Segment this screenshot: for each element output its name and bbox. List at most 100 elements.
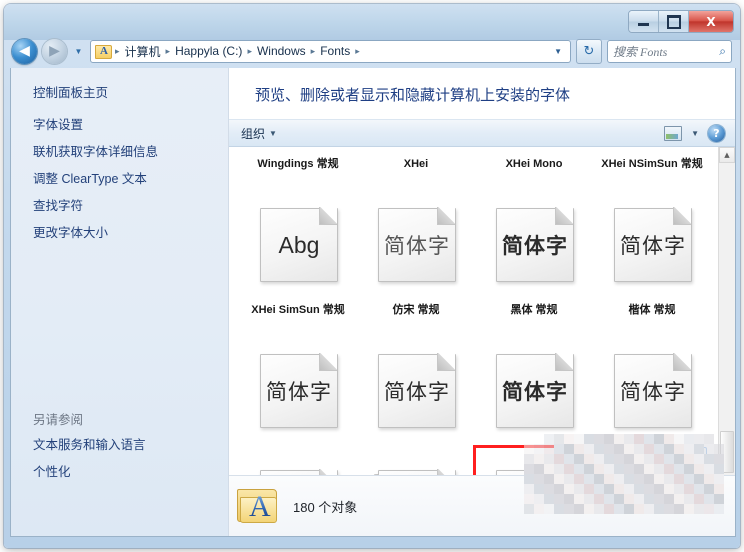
chevron-down-icon: ▼ bbox=[74, 46, 83, 56]
font-tile[interactable]: 楷体 常规 简体字 bbox=[593, 301, 711, 447]
page-fold-icon bbox=[555, 207, 573, 225]
scrollbar-thumb[interactable] bbox=[720, 431, 734, 473]
refresh-button[interactable]: ↻ bbox=[576, 38, 602, 64]
font-tile-label: Wingdings 常规 bbox=[257, 158, 339, 170]
desktop-background: X ◀ ▶ ▼ A ▸ 计算机 ▸ Happyla (C:) ▸ Windows… bbox=[0, 0, 744, 552]
font-preview-sample: 简体字 bbox=[502, 234, 568, 258]
navigation-sidebar: 控制面板主页 字体设置 联机获取字体详细信息 调整 ClearType 文本 查… bbox=[11, 68, 229, 536]
page-fold-icon bbox=[437, 469, 455, 475]
back-arrow-icon: ◀ bbox=[19, 43, 30, 59]
font-tile-label: XHei SimSun 常规 bbox=[251, 304, 345, 316]
vertical-scrollbar[interactable]: ▲ bbox=[718, 147, 735, 475]
status-bar: A 180 个对象 bbox=[229, 475, 735, 536]
page-fold-icon bbox=[673, 207, 691, 225]
font-family-stack-icon: 简体字 bbox=[374, 469, 456, 475]
breadcrumb-separator: ▸ bbox=[165, 45, 171, 56]
font-tile[interactable]: XHei SimSun 常规 简体字 bbox=[239, 301, 357, 447]
breadcrumb-address-bar[interactable]: A ▸ 计算机 ▸ Happyla (C:) ▸ Windows ▸ Fonts… bbox=[90, 39, 571, 63]
font-file-icon: 简体字 bbox=[496, 207, 574, 282]
page-fold-icon bbox=[555, 469, 573, 475]
font-tile-label: XHei bbox=[403, 158, 429, 170]
sidebar-item-label: 更改字体大小 bbox=[33, 226, 109, 240]
breadcrumb-item-computer[interactable]: 计算机 bbox=[122, 41, 164, 62]
breadcrumb-separator: ▸ bbox=[115, 45, 120, 56]
breadcrumb-item-drive[interactable]: Happyla (C:) bbox=[172, 42, 245, 60]
font-tile-selected[interactable]: 简体字 bbox=[593, 447, 711, 475]
font-tile-art: 简体字 bbox=[357, 333, 475, 447]
page-fold-icon bbox=[319, 469, 337, 475]
close-button[interactable]: X bbox=[689, 11, 733, 32]
font-file-icon: 简体字 bbox=[260, 353, 338, 428]
font-tile[interactable]: XHei Mono 简体字 bbox=[475, 155, 593, 301]
command-toolbar: 组织 ▼ ▼ ? bbox=[229, 119, 735, 147]
window-caption-buttons: X bbox=[628, 10, 734, 33]
font-preview-sample: 简体字 bbox=[620, 380, 686, 404]
change-view-icon[interactable] bbox=[664, 125, 683, 141]
font-preview-sample: 简体字 bbox=[266, 380, 332, 404]
font-tile[interactable]: XHei NSimSun 常规 简体字 bbox=[593, 155, 711, 301]
search-input[interactable]: 搜索 Fonts ⌕ bbox=[607, 39, 732, 63]
maximize-button[interactable] bbox=[659, 11, 689, 32]
font-tile-highlighted[interactable]: A ↱ 文泉驿 bbox=[473, 445, 595, 475]
sidebar-item-change-font-size[interactable]: 更改字体大小 bbox=[33, 226, 228, 241]
chevron-down-icon: ▼ bbox=[269, 128, 277, 138]
organize-label: 组织 bbox=[241, 126, 266, 141]
forward-button[interactable]: ▶ bbox=[42, 38, 67, 64]
organize-button[interactable]: 组织 ▼ bbox=[241, 125, 277, 142]
breadcrumb-separator: ▸ bbox=[355, 45, 360, 56]
sidebar-item-font-settings[interactable]: 字体设置 bbox=[33, 118, 228, 133]
see-also-caption: 另请参阅 bbox=[33, 413, 84, 427]
sidebar-item-control-panel-home[interactable]: 控制面板主页 bbox=[33, 82, 228, 101]
scrollbar-track[interactable] bbox=[719, 163, 735, 475]
chevron-down-icon[interactable]: ▼ bbox=[691, 129, 699, 138]
font-tile[interactable]: 黑体 常规 简体字 bbox=[475, 301, 593, 447]
breadcrumb-separator: ▸ bbox=[247, 45, 252, 56]
page-fold-icon bbox=[319, 353, 337, 371]
content-pane: 预览、删除或者显示和隐藏计算机上安装的字体 组织 ▼ ▼ ? Wingdings… bbox=[229, 68, 735, 536]
minimize-button[interactable] bbox=[629, 11, 659, 32]
page-fold-icon bbox=[555, 353, 573, 371]
sidebar-item-get-font-info-online[interactable]: 联机获取字体详细信息 bbox=[33, 145, 228, 160]
minimize-icon bbox=[638, 23, 649, 26]
font-preview-sample: 简体字 bbox=[384, 234, 450, 258]
font-tile-art: 简体字 bbox=[475, 187, 593, 301]
page-title: 预览、删除或者显示和隐藏计算机上安装的字体 bbox=[255, 87, 571, 104]
breadcrumb-separator: ▸ bbox=[310, 45, 316, 56]
sidebar-item-label: 查找字符 bbox=[33, 199, 84, 213]
help-button[interactable]: ? bbox=[708, 124, 725, 142]
font-tile-label: XHei Mono bbox=[505, 158, 563, 170]
breadcrumb-dropdown-icon[interactable]: ▼ bbox=[549, 47, 567, 56]
explorer-client-area: 控制面板主页 字体设置 联机获取字体详细信息 调整 ClearType 文本 查… bbox=[10, 68, 736, 537]
font-tile-art: 简体字 bbox=[357, 187, 475, 301]
font-tile[interactable]: 简体字 宋体 常规 bbox=[239, 447, 357, 475]
recent-locations-button[interactable]: ▼ bbox=[72, 47, 85, 56]
font-file-icon: 简体字 bbox=[614, 207, 692, 282]
breadcrumb-item-fonts[interactable]: Fonts bbox=[317, 42, 353, 60]
font-tile-art: 简体字 bbox=[357, 449, 475, 475]
sidebar-item-adjust-cleartype[interactable]: 调整 ClearType 文本 bbox=[33, 172, 228, 187]
breadcrumb-item-windows[interactable]: Windows bbox=[254, 42, 309, 60]
search-icon: ⌕ bbox=[719, 43, 726, 58]
font-tile-art: 简体字 bbox=[239, 449, 357, 475]
font-tile[interactable]: Wingdings 常规 Abg bbox=[239, 155, 357, 301]
help-icon: ? bbox=[713, 126, 720, 140]
sidebar-item-find-character[interactable]: 查找字符 bbox=[33, 199, 228, 214]
back-button[interactable]: ◀ bbox=[12, 38, 37, 64]
font-tile-art: 简体字 bbox=[475, 333, 593, 447]
font-tile[interactable]: 仿宋 常规 简体字 bbox=[357, 301, 475, 447]
font-grid: Wingdings 常规 Abg XHei 简体字 XHei Mono 简体字 … bbox=[229, 147, 718, 475]
font-preview-sample: 简体字 bbox=[502, 380, 568, 404]
font-preview-sample: 简体字 bbox=[620, 234, 686, 258]
sidebar-item-personalization[interactable]: 个性化 bbox=[33, 465, 213, 480]
forward-arrow-icon: ▶ bbox=[49, 43, 60, 59]
page-fold-icon bbox=[437, 353, 455, 371]
address-bar-row: ◀ ▶ ▼ A ▸ 计算机 ▸ Happyla (C:) ▸ Windows ▸… bbox=[4, 34, 740, 68]
sidebar-item-text-services[interactable]: 文本服务和输入语言 bbox=[33, 438, 213, 453]
font-tile[interactable]: 简体字 微软雅黑 bbox=[357, 447, 475, 475]
font-tile[interactable]: XHei 简体字 bbox=[357, 155, 475, 301]
triangle-up-icon: ▲ bbox=[724, 151, 730, 159]
search-placeholder: 搜索 Fonts bbox=[613, 44, 668, 59]
toolbar-right-group: ▼ ? bbox=[664, 124, 725, 142]
sidebar-item-label: 联机获取字体详细信息 bbox=[33, 145, 159, 159]
scroll-up-button[interactable]: ▲ bbox=[719, 147, 735, 163]
